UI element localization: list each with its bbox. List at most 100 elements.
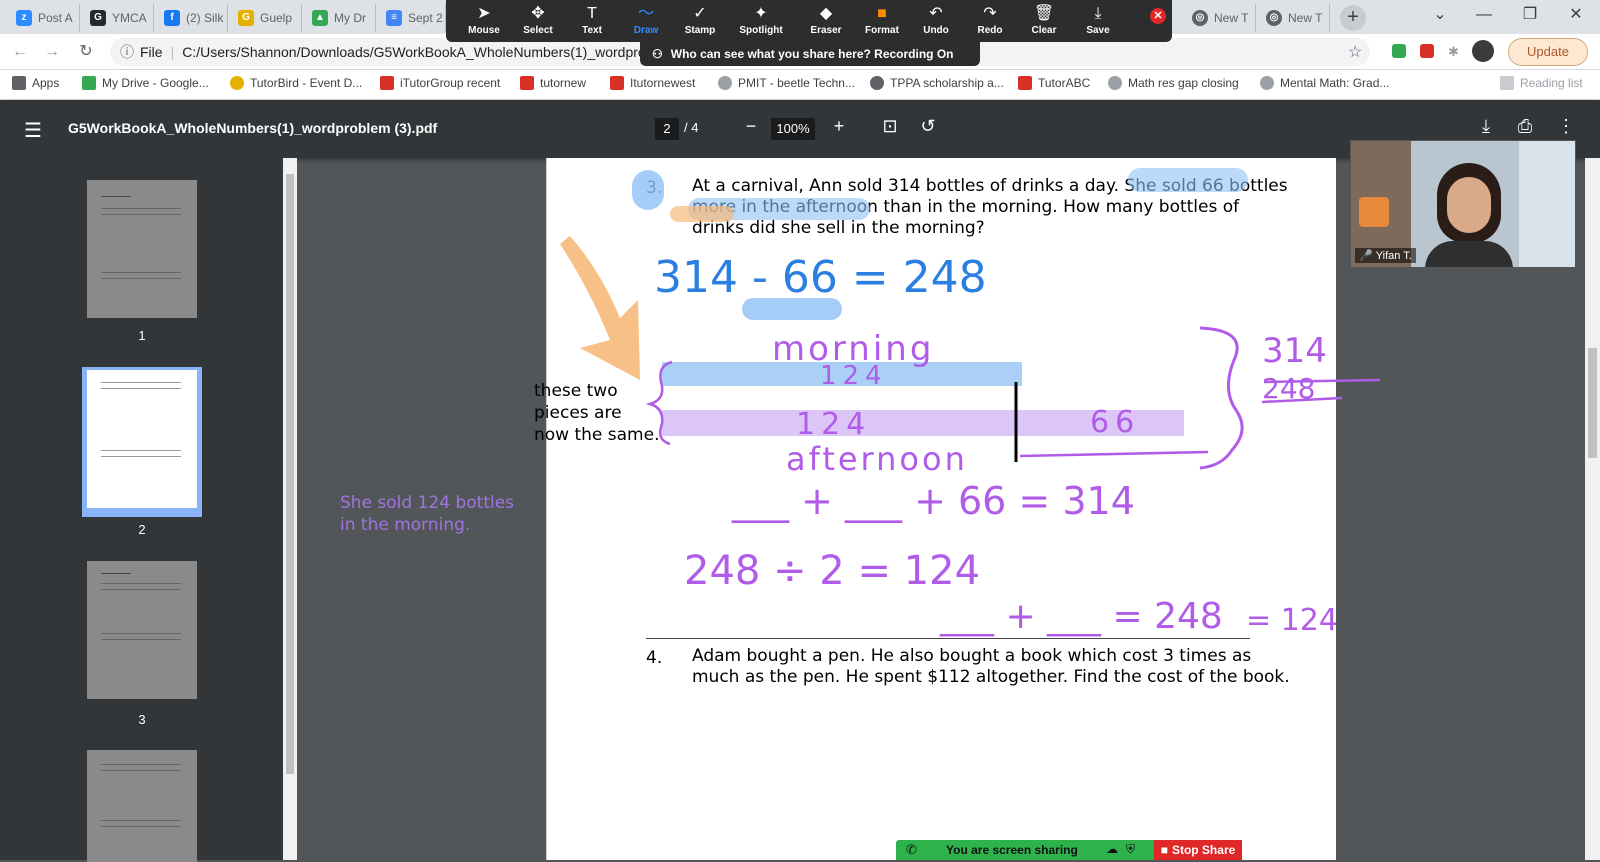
bookmark-label: TutorBird - Event D... — [250, 76, 363, 90]
participant-name: 🎤 Yifan T. — [1355, 248, 1416, 263]
ublock-icon[interactable] — [1420, 44, 1434, 58]
download-icon[interactable]: ⤓ — [1474, 116, 1498, 137]
annotation-toolbar: ➤ Mouse ✥ Select T Text 〜 Draw ✓ Stamp ✦ Spotl… — [446, 0, 1172, 42]
tab-label: Guelp — [260, 11, 293, 25]
stop-share-button[interactable]: ■ Stop Share — [1154, 840, 1242, 860]
update-label: Update — [1527, 44, 1569, 59]
browser-tab[interactable]: ◎ New T — [1186, 4, 1256, 32]
back-icon[interactable]: ← — [8, 40, 32, 64]
tool-eraser[interactable]: ◆ Eraser — [798, 3, 854, 41]
thumbnail-sidebar: 1 2 3 4 — [0, 158, 283, 862]
browser-tab[interactable]: G YMCA — [84, 4, 154, 32]
bookmark-label: Reading list — [1520, 76, 1583, 90]
apps-grid-icon — [12, 76, 26, 90]
browser-tab[interactable]: z Post A — [10, 4, 80, 32]
extension-icon[interactable] — [1392, 44, 1406, 58]
restore-button[interactable]: ❐ — [1508, 0, 1552, 30]
close-window-button[interactable]: ✕ — [1554, 0, 1598, 30]
itutor-icon — [380, 76, 394, 90]
bookmark-apps[interactable]: Apps — [12, 76, 59, 90]
thumbnail-page-2[interactable] — [87, 370, 197, 508]
browser-tab[interactable]: ◎ New T — [1260, 4, 1330, 32]
browser-tab[interactable]: ≡ Sept 2 — [380, 4, 446, 32]
scrollbar-thumb[interactable] — [1588, 348, 1597, 458]
chrome-icon: ◎ — [1192, 10, 1208, 26]
tab-label: YMCA — [112, 11, 147, 25]
minimize-button[interactable]: — — [1462, 0, 1506, 30]
tool-stamp[interactable]: ✓ Stamp — [672, 3, 728, 41]
bookmark-item[interactable]: PMIT - beetle Techn... — [718, 76, 855, 90]
menu-icon[interactable]: ☰ — [24, 118, 42, 143]
tab-label: My Dr — [334, 11, 366, 25]
stop-icon: ■ — [1160, 843, 1168, 857]
tutorbird-icon — [230, 76, 244, 90]
question-line: drinks did she sell in the morning? — [692, 218, 985, 238]
bookmark-item[interactable]: TutorBird - Event D... — [230, 76, 362, 90]
update-button[interactable]: Update — [1508, 38, 1588, 66]
bookmark-label: tutornew — [540, 76, 587, 90]
thumbnail-page-3[interactable] — [87, 561, 197, 699]
tab-search-icon[interactable]: ⌄ — [1418, 0, 1462, 30]
rotate-icon[interactable]: ↺ — [916, 116, 940, 137]
tool-save[interactable]: ⤓ Save — [1070, 3, 1126, 41]
tool-clear[interactable]: 🗑 Clear — [1016, 3, 1072, 41]
bookmark-item[interactable]: TPPA scholarship a... — [870, 76, 1004, 90]
bookmark-item[interactable]: Mental Math: Grad... — [1260, 76, 1389, 90]
fit-page-icon[interactable]: ⊡ — [878, 116, 902, 137]
typed-note-pieces: these two pieces are now the same. — [534, 380, 659, 446]
note-line: in the morning. — [340, 515, 471, 535]
page-scrollbar[interactable] — [1585, 158, 1600, 860]
question-4-text: Adam bought a pen. He also bought a book… — [692, 646, 1290, 688]
bookmark-item[interactable]: iTutorGroup recent — [380, 76, 500, 90]
thumbnail-page-4[interactable] — [87, 750, 197, 862]
thumbnail-scrollbar[interactable] — [283, 158, 297, 860]
reload-icon[interactable]: ↻ — [74, 40, 98, 64]
tool-redo[interactable]: ↷ Redo — [962, 3, 1018, 41]
participant-video[interactable]: 🎤 Yifan T. — [1350, 140, 1576, 268]
thumbnail-number: 3 — [138, 712, 146, 727]
thumbnail-page-1[interactable] — [87, 180, 197, 318]
bookmark-item[interactable]: My Drive - Google... — [82, 76, 209, 90]
puzzle-icon[interactable]: ✱ — [1448, 44, 1462, 59]
question-4-number: 4. — [646, 648, 663, 668]
tool-draw[interactable]: 〜 Draw — [618, 3, 674, 41]
tool-label: Clear — [1031, 25, 1057, 36]
question-line: much as the pen. He spent $112 altogethe… — [692, 667, 1290, 687]
zoom-level-input[interactable]: 100% — [771, 118, 815, 140]
tool-format[interactable]: ■ Format — [854, 3, 910, 41]
more-options-icon[interactable]: ⋮ — [1554, 116, 1578, 137]
browser-tab[interactable]: G Guelp — [232, 4, 302, 32]
bookmark-item[interactable]: Math res gap closing — [1108, 76, 1239, 90]
bookmark-label: Itutornewest — [630, 76, 696, 90]
bookmarks-bar: Apps My Drive - Google... TutorBird - Ev… — [0, 70, 1600, 100]
browser-tab[interactable]: f (2) Silk — [158, 4, 228, 32]
tool-select[interactable]: ✥ Select — [510, 3, 566, 41]
tool-undo[interactable]: ↶ Undo — [908, 3, 964, 41]
bookmark-item[interactable]: TutorABC — [1018, 76, 1090, 90]
zoom-in-icon[interactable]: + — [827, 116, 851, 137]
tool-mouse[interactable]: ➤ Mouse — [456, 3, 512, 41]
tool-spotlight[interactable]: ✦ Spotlight — [728, 3, 794, 41]
save-icon: ⤓ — [1094, 5, 1102, 22]
browser-tab[interactable]: ▲ My Dr — [306, 4, 376, 32]
forward-icon[interactable]: → — [40, 40, 64, 64]
new-tab-button[interactable]: + — [1340, 5, 1366, 31]
print-icon[interactable]: ⎙ — [1513, 116, 1537, 137]
scrollbar-thumb[interactable] — [286, 174, 294, 774]
bookmark-item[interactable]: tutornew — [520, 76, 586, 90]
page-number-input[interactable]: 2 — [655, 118, 679, 140]
tool-label: Select — [523, 25, 553, 36]
bookmark-star-icon[interactable]: ☆ — [1348, 42, 1362, 62]
close-annotation-icon[interactable]: ✕ — [1150, 8, 1166, 24]
drive-icon: ▲ — [312, 10, 328, 26]
question-divider — [646, 638, 1250, 639]
zoom-out-icon[interactable]: − — [739, 116, 763, 137]
reading-list[interactable]: Reading list — [1500, 76, 1583, 90]
tool-text[interactable]: T Text — [564, 3, 620, 41]
tool-label: Format — [865, 25, 899, 36]
profile-avatar[interactable] — [1472, 40, 1494, 62]
bookmark-item[interactable]: Itutornewest — [610, 76, 695, 90]
question-line: more in the afternoon than in the mornin… — [692, 197, 1240, 217]
tab-label: Sept 2 — [408, 11, 443, 25]
format-icon: ■ — [877, 5, 887, 22]
